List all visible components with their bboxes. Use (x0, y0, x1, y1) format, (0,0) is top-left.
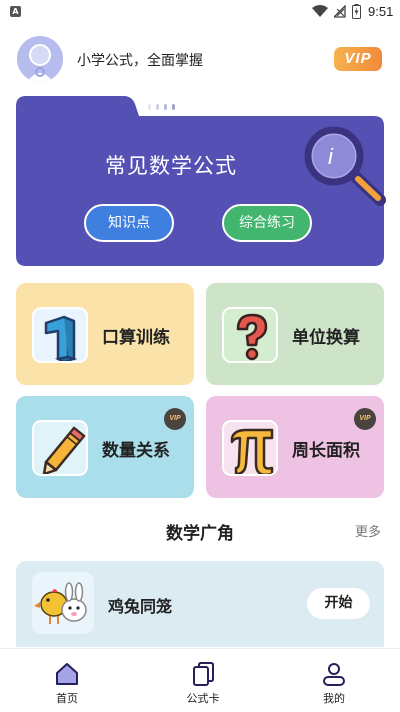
battery-icon (352, 4, 361, 19)
comprehensive-practice-button[interactable]: 综合练习 (222, 204, 312, 242)
start-button[interactable]: 开始 (307, 588, 370, 619)
pi-icon (222, 420, 278, 476)
card-quantity-relations[interactable]: 数量关系 VIP (16, 396, 194, 498)
bottom-tab-bar: 首页 公式卡 我的 (0, 648, 400, 712)
avatar[interactable] (17, 36, 63, 82)
card-mental-arithmetic[interactable]: 口算训练 (16, 283, 194, 385)
list-item[interactable]: 鸡兔同笼 开始 (16, 561, 384, 647)
number-one-icon (32, 307, 88, 363)
carousel-dots (140, 104, 175, 110)
clock: 9:51 (368, 4, 394, 19)
vip-coin-icon: VIP (354, 408, 376, 430)
app-tagline: 小学公式，全面掌握 (77, 53, 203, 69)
wifi-icon (312, 5, 328, 17)
card-label: 数量关系 (102, 441, 170, 461)
home-icon (56, 663, 78, 685)
no-signal-icon (334, 5, 346, 18)
user-icon (323, 663, 345, 686)
tab-me[interactable]: 我的 (294, 649, 374, 712)
chicken-rabbit-icon (32, 572, 94, 634)
card-label: 口算训练 (102, 328, 170, 348)
list-item-label: 鸡兔同笼 (108, 597, 173, 616)
section-title: 数学广角 (166, 524, 234, 544)
question-mark-icon (222, 307, 278, 363)
tab-label: 我的 (323, 692, 345, 705)
avatar-image (17, 36, 63, 82)
more-link[interactable]: 更多 (355, 521, 381, 540)
tab-label: 公式卡 (186, 692, 220, 705)
cards-icon (193, 662, 214, 686)
app-notification-icon: A (10, 6, 21, 17)
pencil-icon (32, 420, 88, 476)
knowledge-points-button[interactable]: 知识点 (84, 204, 174, 242)
tab-home[interactable]: 首页 (27, 649, 107, 712)
card-label: 单位换算 (292, 328, 360, 348)
hero-banner: i 常见数学公式 知识点 综合练习 (16, 96, 386, 266)
tab-formula-card[interactable]: 公式卡 (163, 649, 243, 712)
vip-button[interactable]: VIP (334, 47, 382, 71)
tab-label: 首页 (56, 692, 78, 705)
hero-title: 常见数学公式 (105, 154, 237, 178)
card-label: 周长面积 (292, 441, 360, 461)
vip-coin-icon: VIP (164, 408, 186, 430)
card-unit-conversion[interactable]: 单位换算 (206, 283, 384, 385)
card-perimeter-area[interactable]: 周长面积 VIP (206, 396, 384, 498)
status-bar: A 9:51 (0, 0, 400, 24)
